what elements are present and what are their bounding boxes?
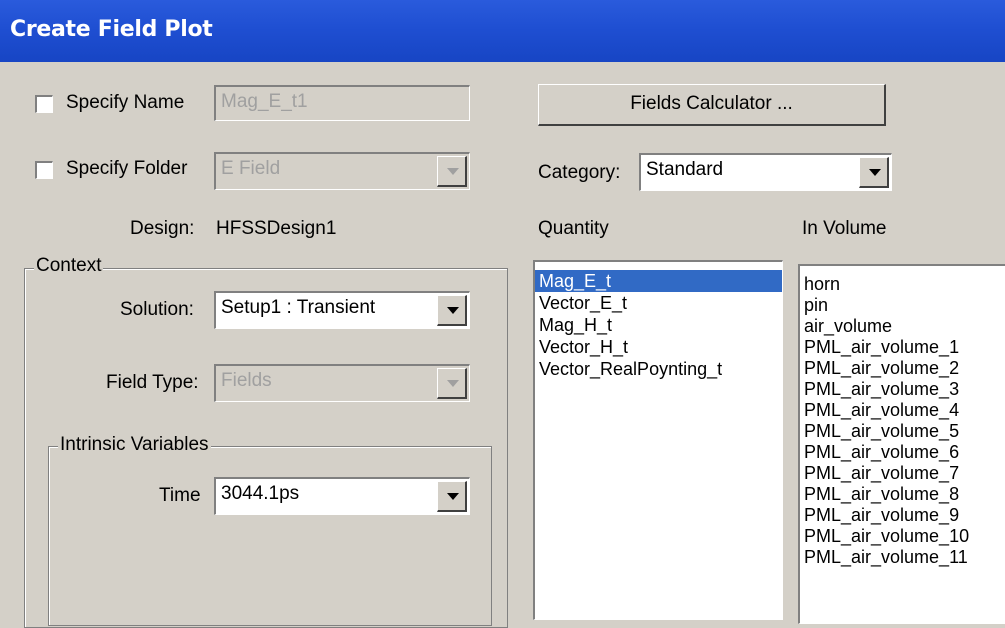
field-type-label: Field Type: (106, 372, 199, 393)
specify-folder-dropdown-button[interactable] (437, 156, 467, 187)
specify-folder-value: E Field (221, 158, 281, 179)
list-item[interactable]: PML_air_volume_1 (800, 337, 1005, 358)
chevron-down-icon (447, 493, 459, 500)
list-item[interactable]: Vector_E_t (535, 292, 782, 314)
list-item[interactable]: PML_air_volume_10 (800, 526, 1005, 547)
time-dropdown[interactable]: 3044.1ps (214, 477, 470, 515)
chevron-down-icon (447, 380, 459, 387)
specify-folder-dropdown[interactable]: E Field (214, 152, 470, 190)
fields-calculator-button[interactable]: Fields Calculator ... (538, 84, 886, 126)
field-type-dropdown[interactable]: Fields (214, 364, 470, 402)
list-item[interactable]: air_volume (800, 316, 1005, 337)
solution-dropdown-button[interactable] (437, 295, 467, 326)
category-value: Standard (646, 159, 724, 180)
chevron-down-icon (447, 307, 459, 314)
in-volume-label: In Volume (802, 218, 887, 239)
time-label: Time (159, 485, 201, 506)
chevron-down-icon (447, 168, 459, 175)
list-item[interactable]: PML_air_volume_6 (800, 442, 1005, 463)
list-item[interactable]: PML_air_volume_2 (800, 358, 1005, 379)
design-label: Design: (130, 218, 195, 239)
list-item[interactable]: pin (800, 295, 1005, 316)
specify-name-input[interactable]: Mag_E_t1 (214, 85, 470, 121)
solution-label: Solution: (120, 299, 194, 320)
time-dropdown-button[interactable] (437, 481, 467, 512)
quantity-label: Quantity (538, 218, 609, 239)
solution-dropdown[interactable]: Setup1 : Transient (214, 291, 470, 329)
list-item[interactable]: Mag_H_t (535, 314, 782, 336)
solution-value: Setup1 : Transient (221, 297, 376, 318)
specify-folder-label: Specify Folder (66, 158, 188, 179)
list-item[interactable]: PML_air_volume_5 (800, 421, 1005, 442)
specify-folder-checkbox[interactable] (35, 161, 53, 179)
context-group-label: Context (34, 255, 104, 277)
time-value: 3044.1ps (221, 483, 300, 504)
list-item[interactable]: Vector_H_t (535, 336, 782, 358)
category-label: Category: (538, 162, 621, 183)
list-item[interactable]: PML_air_volume_4 (800, 400, 1005, 421)
intrinsic-variables-group (48, 446, 492, 626)
field-type-value: Fields (221, 370, 272, 391)
intrinsic-variables-label: Intrinsic Variables (58, 434, 211, 456)
list-item[interactable]: PML_air_volume_7 (800, 463, 1005, 484)
list-item[interactable]: PML_air_volume_11 (800, 547, 1005, 568)
specify-name-checkbox[interactable] (35, 95, 53, 113)
quantity-listbox[interactable]: Mag_E_t Vector_E_t Mag_H_t Vector_H_t Ve… (533, 260, 783, 620)
window-title: Create Field Plot (10, 17, 213, 42)
title-bar[interactable]: Create Field Plot (0, 0, 1005, 62)
specify-name-label: Specify Name (66, 92, 185, 113)
field-type-dropdown-button[interactable] (437, 368, 467, 399)
list-item[interactable]: horn (800, 274, 1005, 295)
design-value: HFSSDesign1 (216, 218, 337, 239)
list-item[interactable]: PML_air_volume_8 (800, 484, 1005, 505)
category-dropdown[interactable]: Standard (639, 153, 892, 191)
list-item[interactable]: Mag_E_t (535, 270, 782, 292)
chevron-down-icon (869, 169, 881, 176)
in-volume-listbox[interactable]: horn pin air_volume PML_air_volume_1 PML… (798, 264, 1005, 624)
list-item[interactable]: PML_air_volume_3 (800, 379, 1005, 400)
list-item[interactable]: PML_air_volume_9 (800, 505, 1005, 526)
category-dropdown-button[interactable] (859, 157, 889, 188)
list-item[interactable]: Vector_RealPoynting_t (535, 358, 782, 380)
